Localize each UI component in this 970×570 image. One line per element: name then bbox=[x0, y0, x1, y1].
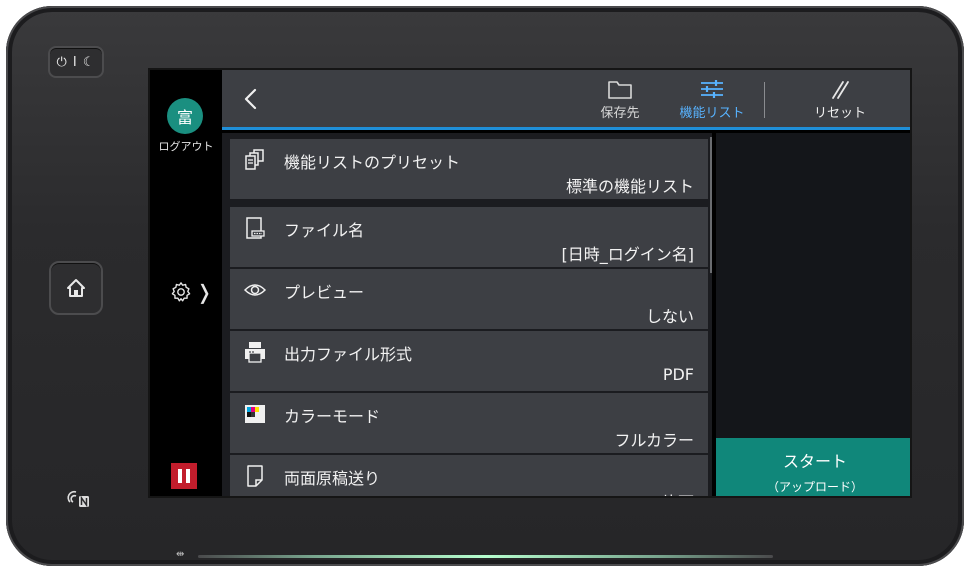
home-icon bbox=[67, 279, 85, 297]
pause-icon-bar-left bbox=[178, 469, 182, 483]
color-mode-label: カラーモード bbox=[284, 407, 381, 426]
sliders-icon bbox=[701, 80, 723, 98]
chevron-right-icon: ❭ bbox=[196, 280, 213, 304]
color-mode-icon bbox=[245, 405, 265, 423]
power-sleep-icon: ⏻ I ☾ bbox=[56, 54, 96, 70]
touch-screen: 富 ログアウト ❭ 保存先 機能リスト リセット 機能リストのプリセット 標準の… bbox=[148, 68, 912, 498]
start-sublabel: （アップロード） bbox=[766, 480, 863, 494]
tab-function-list-label: 機能リスト bbox=[679, 106, 745, 121]
file-name-label: ファイル名 bbox=[284, 221, 365, 240]
tab-function-list[interactable]: 機能リスト bbox=[672, 76, 752, 124]
list-item-color-mode[interactable]: カラーモード フルカラー bbox=[230, 393, 708, 453]
preset-label: 機能リストのプリセット bbox=[284, 153, 461, 172]
color-mode-value: フルカラー bbox=[614, 431, 694, 450]
list-item-file-name[interactable]: ファイル名 [日時_ログイン名] bbox=[230, 207, 708, 267]
preview-value: しない bbox=[645, 307, 694, 326]
list-item-output-format[interactable]: 出力ファイル形式 PDF bbox=[230, 331, 708, 391]
printer-format-icon bbox=[245, 342, 265, 363]
power-sleep-button[interactable]: ⏻ I ☾ bbox=[48, 46, 104, 78]
status-led-bar bbox=[198, 555, 773, 558]
gear-icon bbox=[171, 282, 191, 302]
preset-value: 標準の機能リスト bbox=[565, 177, 694, 196]
output-format-value: PDF bbox=[662, 365, 694, 384]
reset-icon bbox=[832, 81, 849, 99]
output-format-label: 出力ファイル形式 bbox=[284, 345, 413, 364]
tab-destination-label: 保存先 bbox=[600, 106, 640, 121]
duplex-original-label: 両面原稿送り bbox=[284, 469, 381, 488]
start-label: スタート bbox=[782, 452, 847, 471]
tab-destination[interactable]: 保存先 bbox=[590, 76, 650, 124]
file-name-icon bbox=[246, 217, 265, 239]
eye-icon bbox=[244, 284, 266, 296]
list-scrollbar[interactable] bbox=[710, 137, 712, 273]
logout-label[interactable]: ログアウト bbox=[154, 138, 218, 154]
usb-icon: ⇹ bbox=[176, 549, 185, 560]
top-bar-divider bbox=[764, 82, 765, 118]
preview-label: プレビュー bbox=[284, 283, 365, 302]
left-rail: 富 ログアウト ❭ bbox=[150, 70, 222, 496]
duplex-original-value: 片面 bbox=[662, 489, 694, 496]
pause-button[interactable] bbox=[171, 463, 197, 489]
nfc-icon bbox=[67, 490, 89, 508]
function-list: 機能リストのプリセット 標準の機能リスト ファイル名 [日時_ログイン名] プレ… bbox=[222, 133, 712, 496]
file-name-value: [日時_ログイン名] bbox=[561, 245, 695, 264]
list-item-preset[interactable]: 機能リストのプリセット 標準の機能リスト bbox=[230, 139, 708, 199]
pause-icon-bar-right bbox=[186, 469, 190, 483]
folder-icon bbox=[608, 81, 632, 99]
reset-label: リセット bbox=[813, 106, 866, 121]
list-item-duplex-original[interactable]: 両面原稿送り 片面 bbox=[230, 455, 708, 496]
reset-button[interactable]: リセット bbox=[800, 76, 880, 124]
home-button[interactable] bbox=[49, 261, 103, 315]
preset-icon bbox=[245, 149, 264, 170]
back-chevron-icon[interactable] bbox=[236, 84, 266, 114]
user-avatar[interactable]: 富 bbox=[167, 98, 203, 134]
top-bar: 保存先 機能リスト リセット bbox=[222, 70, 910, 130]
list-item-preview[interactable]: プレビュー しない bbox=[230, 269, 708, 329]
page-icon bbox=[247, 465, 263, 487]
device-settings-button[interactable]: ❭ bbox=[170, 280, 213, 304]
start-upload-button[interactable]: スタート （アップロード） bbox=[716, 438, 910, 496]
